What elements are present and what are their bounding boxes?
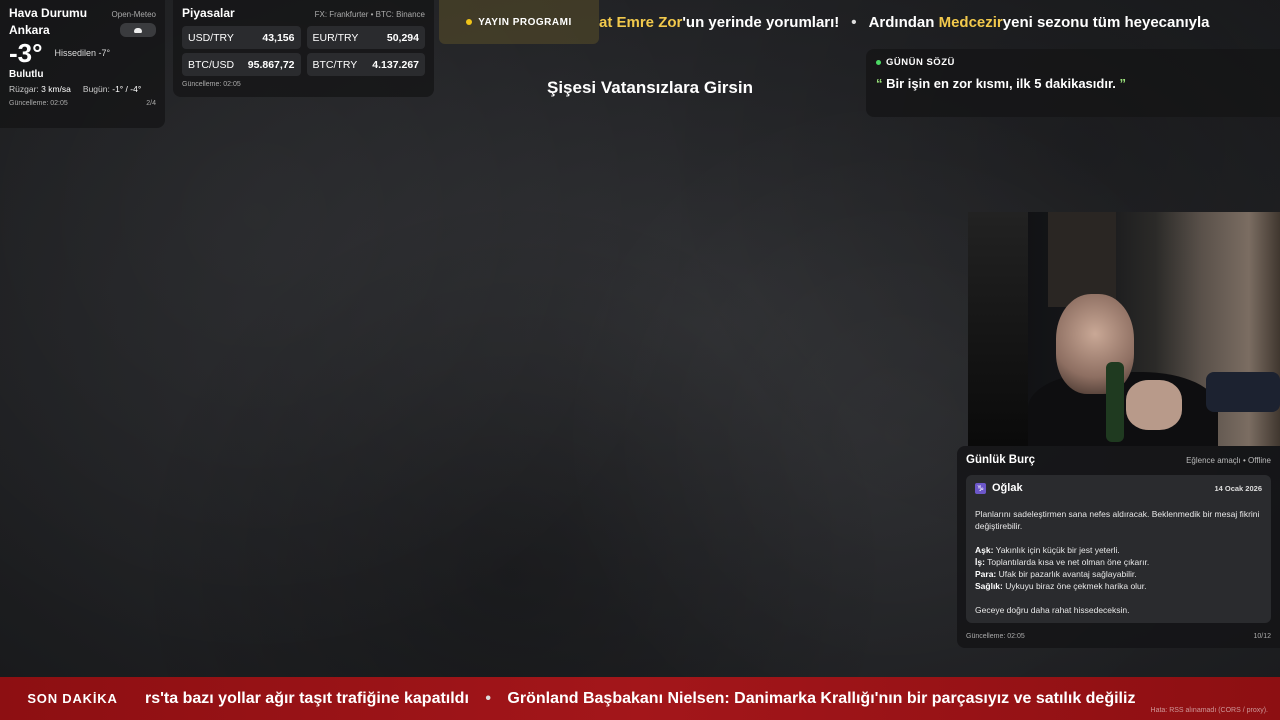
market-label: EUR/TRY [312, 31, 359, 44]
today-label: Bugün: [82, 84, 110, 94]
weather-title: Hava Durumu [9, 6, 88, 20]
schedule-ticker: at Emre Zor'un yerinde yorumları! • Ardı… [599, 0, 1280, 44]
horoscope-work: İş: Toplantılarda kısa ve net olman öne … [975, 556, 1262, 568]
work-text: Toplantılarda kısa ve net olman öne çıka… [987, 557, 1150, 567]
horoscope-updated: Güncelleme: 02:05 [966, 633, 1025, 640]
quote-label: GÜNÜN SÖZÜ [886, 57, 955, 68]
ticker-text: Ardından [868, 13, 935, 31]
health-text: Uykuyu biraz öne çekmek harika olur. [1005, 581, 1147, 591]
market-value: 50,294 [386, 31, 419, 44]
quote-open-icon: “ [876, 76, 883, 91]
ticker-highlight: at Emre Zor [599, 13, 683, 31]
health-label: Sağlık: [975, 581, 1003, 591]
horoscope-title: Günlük Burç [966, 454, 1036, 466]
schedule-label: YAYIN PROGRAMI [478, 16, 572, 28]
market-eur-try: EUR/TRY 50,294 [306, 26, 425, 49]
markets-source: FX: Frankfurter • BTC: Binance [314, 10, 425, 19]
ticker-text: yeni sezonu tüm heyecanıyla [1002, 13, 1210, 31]
horoscope-date: 14 Ocak 2026 [1214, 483, 1262, 493]
horoscope-outro: Geceye doğru daha rahat hissedeceksin. [975, 605, 1130, 615]
quote-widget: GÜNÜN SÖZÜ “ Bir işin en zor kısmı, ilk … [866, 49, 1280, 117]
horoscope-money: Para: Ufak bir pazarlık avantaj sağlayab… [975, 568, 1262, 580]
breaking-item: Grönland Başbakanı Nielsen: Danimarka Kr… [507, 689, 1136, 707]
status-dot-icon [876, 60, 881, 65]
market-btc-usd: BTC/USD 95.867,72 [182, 53, 301, 76]
breaking-separator: • [485, 689, 491, 707]
market-usd-try: USD/TRY 43,156 [182, 26, 301, 49]
horoscope-page: 10/12 [1253, 633, 1271, 640]
market-value: 95.867,72 [247, 58, 295, 71]
market-value: 4.137.267 [372, 58, 419, 71]
horoscope-sign: Oğlak [992, 482, 1023, 494]
money-label: Para: [975, 569, 997, 579]
weather-source: Open-Meteo [111, 10, 156, 19]
breaking-ticker: rs'ta bazı yollar ağır taşıt trafiğine k… [145, 690, 1280, 708]
weather-details: Rüzgar: 3 km/sa Bugün: -1° / -4° [9, 84, 156, 94]
love-text: Yakınlık için küçük bir jest yeterli. [995, 545, 1120, 555]
ticker-separator: • [851, 13, 857, 31]
ticker-text: 'un yerinde yorumları! [682, 13, 840, 31]
wind-value: 3 km/sa [41, 84, 71, 94]
market-value: 43,156 [262, 31, 295, 44]
stream-title: Şişesi Vatansızlara Girsin [546, 78, 753, 97]
wind-label: Rüzgar: [9, 84, 39, 94]
cloud-icon [134, 27, 142, 33]
live-dot-icon [466, 19, 473, 25]
market-label: BTC/TRY [312, 58, 358, 71]
horoscope-intro: Planlarını sadeleştirmen sana nefes aldı… [975, 509, 1260, 531]
markets-updated: Güncelleme: 02:05 [182, 81, 241, 88]
breaking-news-bar: SON DAKİKA rs'ta bazı yollar ağır taşıt … [0, 677, 1280, 720]
quote-close-icon: ” [1119, 76, 1127, 91]
horoscope-love: Aşk: Yakınlık için küçük bir jest yeterl… [975, 544, 1262, 556]
webcam-feed [968, 212, 1280, 446]
today-value: -1° / -4° [112, 84, 142, 94]
weather-page: 2/4 [146, 100, 156, 107]
breaking-label: SON DAKİKA [27, 691, 118, 706]
capricorn-icon: ♑ [975, 482, 986, 494]
money-text: Ufak bir pazarlık avantaj sağlayabilir. [998, 569, 1137, 579]
horoscope-widget: Günlük Burç Eğlence amaçlı • Offline ♑ O… [957, 446, 1280, 648]
weather-feels-like: Hissedilen -7° [54, 48, 111, 58]
market-btc-try: BTC/TRY 4.137.267 [306, 53, 425, 76]
market-label: USD/TRY [188, 31, 234, 44]
quote-text: Bir işin en zor kısmı, ilk 5 dakikasıdır… [886, 76, 1116, 91]
quote-text-row: “ Bir işin en zor kısmı, ilk 5 dakikasıd… [876, 76, 1270, 91]
weather-temperature: -3° [9, 38, 43, 68]
schedule-badge: YAYIN PROGRAMI [439, 0, 599, 44]
ticker-highlight: Medcezir [938, 13, 1003, 31]
horoscope-card: ♑ Oğlak 14 Ocak 2026 Planlarını sadeleşt… [966, 475, 1271, 623]
markets-widget: Piyasalar FX: Frankfurter • BTC: Binance… [173, 0, 434, 97]
weather-condition: Bulutlu [9, 69, 44, 80]
love-label: Aşk: [975, 545, 994, 555]
horoscope-health: Sağlık: Uykuyu biraz öne çekmek harika o… [975, 580, 1262, 592]
markets-title: Piyasalar [182, 6, 235, 20]
weather-updated: Güncelleme: 02:05 [9, 100, 68, 107]
weather-city: Ankara [9, 23, 50, 37]
weather-widget: Hava Durumu Open-Meteo Ankara -3° Hissed… [0, 0, 165, 128]
weather-icon-box [120, 23, 156, 37]
rss-error-text: Hata: RSS alınamadı (CORS / proxy). [1150, 707, 1268, 714]
work-label: İş: [975, 557, 985, 567]
breaking-item: rs'ta bazı yollar ağır taşıt trafiğine k… [145, 689, 469, 707]
horoscope-mode: Eğlence amaçlı • Offline [1186, 456, 1271, 465]
market-label: BTC/USD [188, 58, 235, 71]
